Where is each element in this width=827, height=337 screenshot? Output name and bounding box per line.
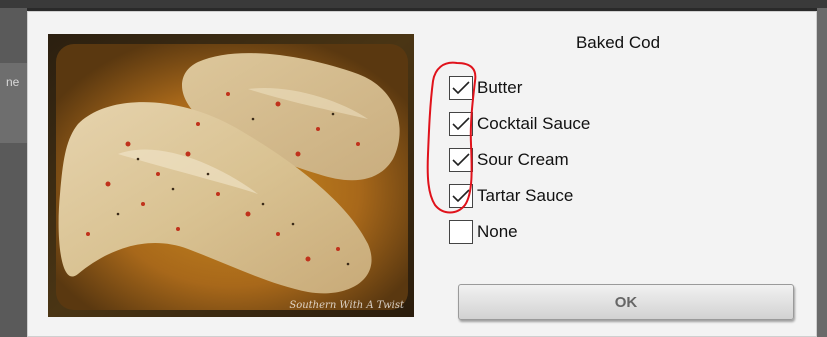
option-butter[interactable]: Butter bbox=[449, 70, 590, 106]
checkbox-tartar-sauce[interactable] bbox=[449, 184, 473, 208]
checkbox-butter[interactable] bbox=[449, 76, 473, 100]
option-label: Tartar Sauce bbox=[477, 186, 574, 205]
checkbox-none[interactable] bbox=[449, 220, 473, 244]
checkbox-sour-cream[interactable] bbox=[449, 148, 473, 172]
ok-button[interactable]: OK bbox=[458, 284, 794, 320]
background-title-strip bbox=[0, 0, 827, 8]
dialog-title: Baked Cod bbox=[575, 33, 661, 52]
option-sour-cream[interactable]: Sour Cream bbox=[449, 142, 590, 178]
condiment-options-list: Butter Cocktail Sauce Sour Cream Tartar … bbox=[449, 70, 590, 250]
option-cocktail-sauce[interactable]: Cocktail Sauce bbox=[449, 106, 590, 142]
option-tartar-sauce[interactable]: Tartar Sauce bbox=[449, 178, 590, 214]
dish-options-dialog: Southern With A Twist Baked Cod Butter C… bbox=[27, 11, 817, 337]
dish-photo: Southern With A Twist bbox=[48, 34, 414, 317]
dish-photo-graphic bbox=[48, 34, 414, 317]
option-label: Cocktail Sauce bbox=[477, 114, 591, 133]
checkmark-icon bbox=[452, 153, 470, 167]
option-label: Sour Cream bbox=[477, 150, 569, 169]
background-sidebar-label: ne bbox=[6, 75, 20, 89]
background-right-edge bbox=[817, 8, 827, 337]
option-label: Butter bbox=[477, 78, 523, 97]
checkbox-cocktail-sauce[interactable] bbox=[449, 112, 473, 136]
option-none[interactable]: None bbox=[449, 214, 590, 250]
checkmark-icon bbox=[452, 189, 470, 203]
checkmark-icon bbox=[452, 117, 470, 131]
checkmark-icon bbox=[452, 81, 470, 95]
photo-watermark: Southern With A Twist bbox=[289, 300, 404, 311]
background-sidebar bbox=[0, 8, 27, 337]
option-label: None bbox=[477, 222, 518, 241]
